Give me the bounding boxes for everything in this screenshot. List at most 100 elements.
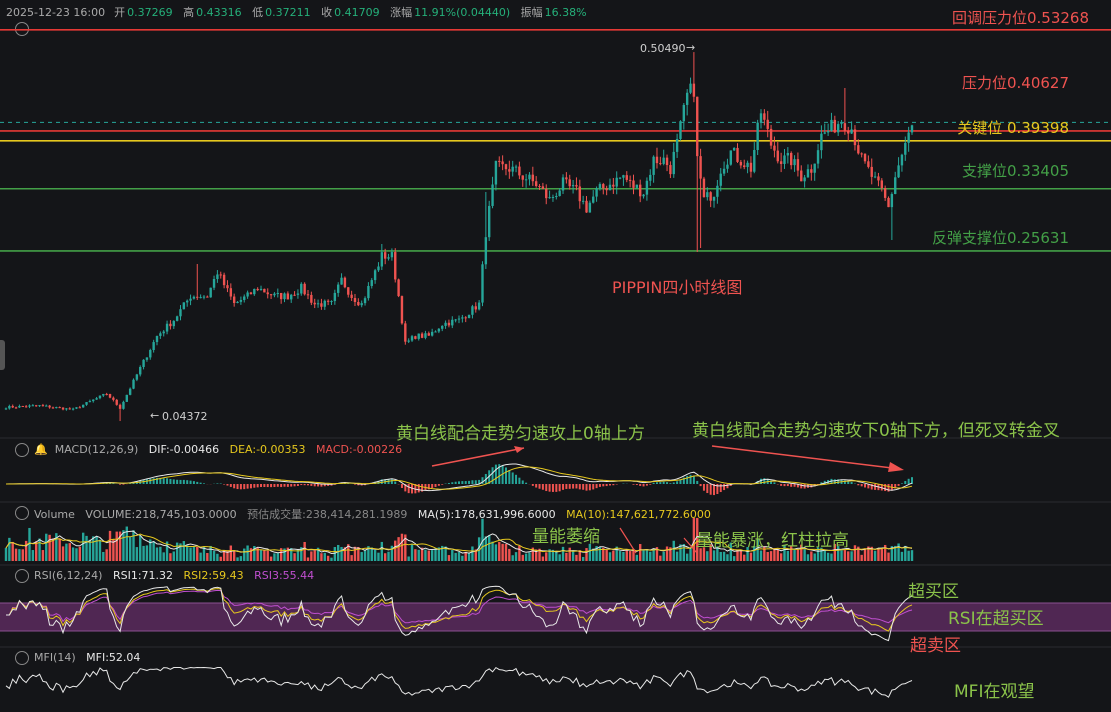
volume-bar [353, 546, 357, 561]
candle-body [635, 184, 639, 188]
volume-bar [618, 551, 622, 561]
volume-bar [4, 547, 8, 561]
candle-body [152, 342, 155, 351]
volume-bar [139, 535, 142, 561]
candle-body [414, 336, 417, 339]
macd-dif-line [5, 463, 913, 492]
candle-body [696, 96, 699, 157]
volume-bar [706, 551, 709, 561]
volume-bar [813, 553, 816, 561]
candle-body [518, 166, 521, 176]
volume-bar [555, 551, 558, 561]
volume-bar [605, 550, 608, 561]
candle-body [367, 285, 370, 299]
candle-body [692, 83, 696, 97]
candle-body [162, 331, 165, 334]
arrow-left-icon: ← [150, 409, 160, 422]
candle-body [4, 408, 8, 410]
candle-body [816, 150, 820, 164]
candle-body [763, 113, 766, 120]
candle-body [736, 147, 739, 162]
mfi-visibility-icon[interactable] [15, 651, 29, 665]
candle-body [38, 405, 41, 407]
candle-body [390, 252, 394, 258]
volume-bar [196, 546, 199, 561]
volume-bar [689, 547, 692, 561]
volume-bar [719, 551, 722, 561]
volume-bar [736, 549, 739, 561]
candle-body [531, 174, 535, 182]
candle-body [568, 179, 571, 187]
candle-body [524, 179, 528, 181]
volume-bar [464, 551, 467, 561]
volume-bar [18, 549, 21, 561]
candle-body [300, 283, 303, 294]
volume-visibility-icon[interactable] [15, 506, 29, 520]
candle-body [303, 283, 306, 295]
volume-ma5: MA(5):178,631,996.6000 [417, 508, 556, 521]
candle-body [904, 142, 907, 155]
volume-bar [853, 545, 857, 561]
candle-body [18, 405, 21, 408]
rsi-visibility-icon[interactable] [15, 569, 29, 583]
candle-body [95, 398, 98, 400]
candle-body [541, 186, 545, 189]
candle-body [836, 124, 840, 133]
volume-bar [105, 549, 108, 561]
candle-body [209, 287, 212, 298]
volume-bar [830, 553, 833, 561]
candle-body [464, 317, 467, 319]
candle-body [216, 274, 219, 279]
candle-body [457, 318, 461, 320]
candles [4, 52, 914, 422]
rsi-annotation-oversold: 超卖区 [910, 636, 961, 656]
candle-body [800, 170, 803, 182]
volume-bar [732, 556, 736, 561]
candle-body [427, 333, 430, 336]
sidebar-handle[interactable] [0, 340, 5, 370]
volume-bar [514, 552, 518, 561]
volume-bar [293, 553, 296, 561]
volume-bar [135, 547, 139, 561]
candle-body [645, 180, 649, 195]
macd-name: MACD(12,26,9) [54, 443, 139, 456]
candle-body [142, 359, 145, 367]
volume-bar [823, 550, 826, 561]
volume-bar [236, 557, 239, 561]
volume-bar [625, 549, 628, 561]
candle-body [558, 190, 561, 196]
volume-bar [290, 548, 293, 561]
candle-body [504, 164, 508, 170]
candle-body [581, 200, 585, 202]
candle-body [689, 83, 692, 93]
macd-annotation-1: 黄白线配合走势匀速攻上0轴上方 [396, 424, 645, 444]
candle-body [444, 322, 447, 326]
volume-bar [521, 554, 524, 561]
macd-visibility-icon[interactable] [15, 443, 29, 457]
candle-body [779, 161, 783, 164]
rsi-title: RSI(6,12,24) RSI1:71.32 RSI2:59.43 RSI3:… [34, 569, 321, 582]
volume-bar [273, 553, 276, 561]
volume-bar [68, 543, 71, 561]
volume-bar [907, 550, 910, 561]
volume-bar [776, 549, 779, 561]
volume-bar [246, 545, 249, 561]
volume-bar [400, 533, 404, 561]
candle-body [810, 169, 813, 173]
level-label-4: 反弹支撑位0.25631 [931, 229, 1069, 247]
volume-bar [900, 551, 904, 561]
volume-bar [41, 550, 45, 561]
volume-value: VOLUME:218,745,103.0000 [85, 508, 237, 521]
candle-body [894, 177, 897, 195]
candle-body [239, 299, 243, 302]
candle-body [867, 161, 870, 167]
candle-body [783, 155, 786, 164]
candle-body [340, 277, 343, 285]
candle-body [910, 125, 914, 133]
volume-bar [98, 539, 102, 561]
candle-body [387, 257, 390, 259]
candle-body [105, 393, 108, 395]
volume-bar [276, 552, 279, 561]
candle-body [202, 296, 206, 298]
volume-bar [612, 550, 615, 561]
